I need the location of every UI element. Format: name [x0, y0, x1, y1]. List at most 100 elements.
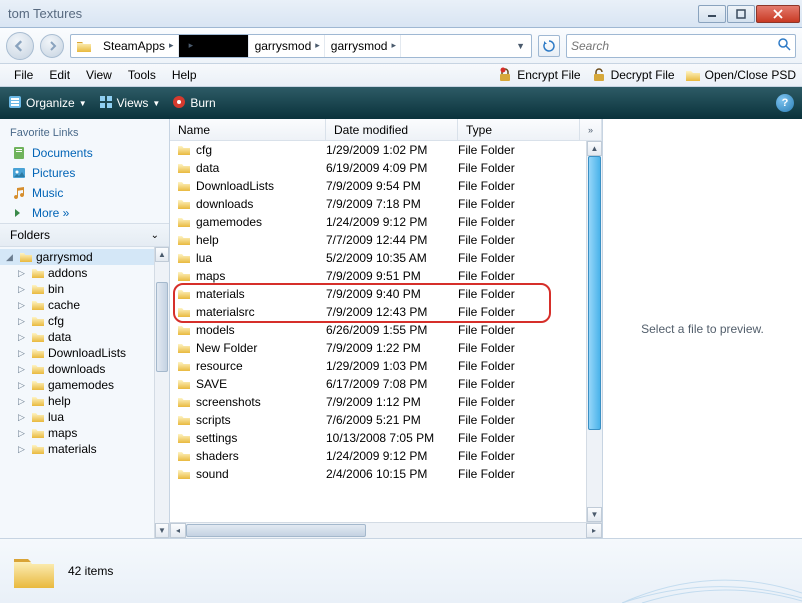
file-row[interactable]: gamemodes1/24/2009 9:12 PMFile Folder: [170, 213, 586, 231]
close-button[interactable]: [756, 5, 800, 23]
breadcrumb-item[interactable]: SteamApps▸: [97, 35, 179, 57]
folder-icon: [176, 394, 192, 410]
tree-item[interactable]: ▷maps: [0, 425, 169, 441]
vertical-scrollbar[interactable]: ▲ ▼: [586, 141, 602, 522]
tree-item[interactable]: ▷downloads: [0, 361, 169, 377]
help-button[interactable]: ?: [776, 94, 794, 112]
folders-section-header[interactable]: Folders ⌄: [0, 223, 169, 247]
file-row[interactable]: data6/19/2009 4:09 PMFile Folder: [170, 159, 586, 177]
command-bar: Organize▼ Views▼ Burn ?: [0, 87, 802, 119]
file-list[interactable]: cfg1/29/2009 1:02 PMFile Folderdata6/19/…: [170, 141, 586, 522]
menu-help[interactable]: Help: [164, 65, 205, 85]
maximize-button[interactable]: [727, 5, 755, 23]
folder-icon: [31, 282, 45, 296]
fav-link-pic[interactable]: Pictures: [0, 163, 169, 183]
search-input[interactable]: [571, 39, 777, 53]
address-dropdown-icon[interactable]: ▼: [510, 41, 531, 51]
folder-icon: [176, 232, 192, 248]
folder-icon: [176, 430, 192, 446]
file-row[interactable]: lua5/2/2009 10:35 AMFile Folder: [170, 249, 586, 267]
tree-item[interactable]: ▷lua: [0, 409, 169, 425]
tree-scrollbar[interactable]: ▲ ▼: [154, 247, 169, 538]
menu-file[interactable]: File: [6, 65, 41, 85]
views-icon: [99, 95, 113, 112]
folder-icon: [19, 250, 33, 264]
organize-icon: [8, 95, 22, 112]
file-row[interactable]: materialsrc7/9/2009 12:43 PMFile Folder: [170, 303, 586, 321]
status-bar: 42 items: [0, 538, 802, 603]
folder-icon: [176, 142, 192, 158]
folder-icon: [31, 314, 45, 328]
folder-icon: [31, 362, 45, 376]
tree-root[interactable]: ◢garrysmod: [0, 249, 169, 265]
burn-icon: [172, 95, 186, 112]
refresh-button[interactable]: [538, 35, 560, 57]
music-icon: [12, 186, 26, 200]
tree-item[interactable]: ▷cache: [0, 297, 169, 313]
nav-pane: Favorite Links DocumentsPicturesMusicMor…: [0, 119, 170, 538]
psd-icon: [685, 67, 701, 83]
fav-link-doc[interactable]: Documents: [0, 143, 169, 163]
organize-button[interactable]: Organize▼: [8, 95, 87, 112]
fav-link-more[interactable]: More »: [0, 203, 169, 223]
folder-icon: [176, 214, 192, 230]
menu-edit[interactable]: Edit: [41, 65, 78, 85]
tree-item[interactable]: ▷DownloadLists: [0, 345, 169, 361]
ext-unlock[interactable]: Decrypt File: [591, 67, 675, 83]
file-row[interactable]: downloads7/9/2009 7:18 PMFile Folder: [170, 195, 586, 213]
fav-link-music[interactable]: Music: [0, 183, 169, 203]
nav-back-button[interactable]: [6, 32, 34, 60]
tree-item[interactable]: ▷data: [0, 329, 169, 345]
tree-item[interactable]: ▷bin: [0, 281, 169, 297]
file-row[interactable]: resource1/29/2009 1:03 PMFile Folder: [170, 357, 586, 375]
search-box[interactable]: [566, 34, 796, 58]
menu-view[interactable]: View: [78, 65, 120, 85]
file-row[interactable]: materials7/9/2009 9:40 PMFile Folder: [170, 285, 586, 303]
breadcrumb-item[interactable]: garrysmod▸: [249, 35, 325, 57]
column-name[interactable]: Name: [170, 119, 326, 140]
file-row[interactable]: help7/7/2009 12:44 PMFile Folder: [170, 231, 586, 249]
tree-item[interactable]: ▷gamemodes: [0, 377, 169, 393]
nav-forward-button[interactable]: [40, 34, 64, 58]
file-row[interactable]: scripts7/6/2009 5:21 PMFile Folder: [170, 411, 586, 429]
folder-icon: [176, 286, 192, 302]
file-row[interactable]: DownloadLists7/9/2009 9:54 PMFile Folder: [170, 177, 586, 195]
folder-icon: [31, 346, 45, 360]
tree-item[interactable]: ▷help: [0, 393, 169, 409]
horizontal-scrollbar[interactable]: ◂ ▸: [170, 522, 602, 538]
search-icon[interactable]: [777, 37, 791, 54]
column-overflow[interactable]: »: [580, 119, 602, 140]
file-row[interactable]: cfg1/29/2009 1:02 PMFile Folder: [170, 141, 586, 159]
breadcrumb-item[interactable]: garrysmod▸: [325, 35, 401, 57]
file-row[interactable]: shaders1/24/2009 9:12 PMFile Folder: [170, 447, 586, 465]
preview-pane: Select a file to preview.: [602, 119, 802, 538]
menu-tools[interactable]: Tools: [120, 65, 164, 85]
file-row[interactable]: New Folder7/9/2009 1:22 PMFile Folder: [170, 339, 586, 357]
column-headers: Name Date modified Type »: [170, 119, 602, 141]
column-date[interactable]: Date modified: [326, 119, 458, 140]
file-list-pane: Name Date modified Type » cfg1/29/2009 1…: [170, 119, 602, 538]
breadcrumb-item[interactable]: ▸: [179, 35, 249, 57]
tree-item[interactable]: ▷addons: [0, 265, 169, 281]
file-row[interactable]: screenshots7/9/2009 1:12 PMFile Folder: [170, 393, 586, 411]
tree-item[interactable]: ▷materials: [0, 441, 169, 457]
views-button[interactable]: Views▼: [99, 95, 161, 112]
file-row[interactable]: settings10/13/2008 7:05 PMFile Folder: [170, 429, 586, 447]
column-type[interactable]: Type: [458, 119, 580, 140]
minimize-button[interactable]: [698, 5, 726, 23]
ext-psd[interactable]: Open/Close PSD: [685, 67, 796, 83]
file-row[interactable]: sound2/4/2006 10:15 PMFile Folder: [170, 465, 586, 483]
folder-icon: [176, 268, 192, 284]
folder-icon: [176, 160, 192, 176]
file-row[interactable]: maps7/9/2009 9:51 PMFile Folder: [170, 267, 586, 285]
more-icon: [12, 206, 26, 220]
favorites-header: Favorite Links: [0, 119, 169, 143]
folder-icon: [75, 37, 93, 55]
folder-icon: [176, 448, 192, 464]
file-row[interactable]: models6/26/2009 1:55 PMFile Folder: [170, 321, 586, 339]
address-bar[interactable]: SteamApps▸▸garrysmod▸garrysmod▸ ▼: [70, 34, 532, 58]
tree-item[interactable]: ▷cfg: [0, 313, 169, 329]
ext-lock[interactable]: Encrypt File: [497, 67, 580, 83]
burn-button[interactable]: Burn: [172, 95, 215, 112]
file-row[interactable]: SAVE6/17/2009 7:08 PMFile Folder: [170, 375, 586, 393]
